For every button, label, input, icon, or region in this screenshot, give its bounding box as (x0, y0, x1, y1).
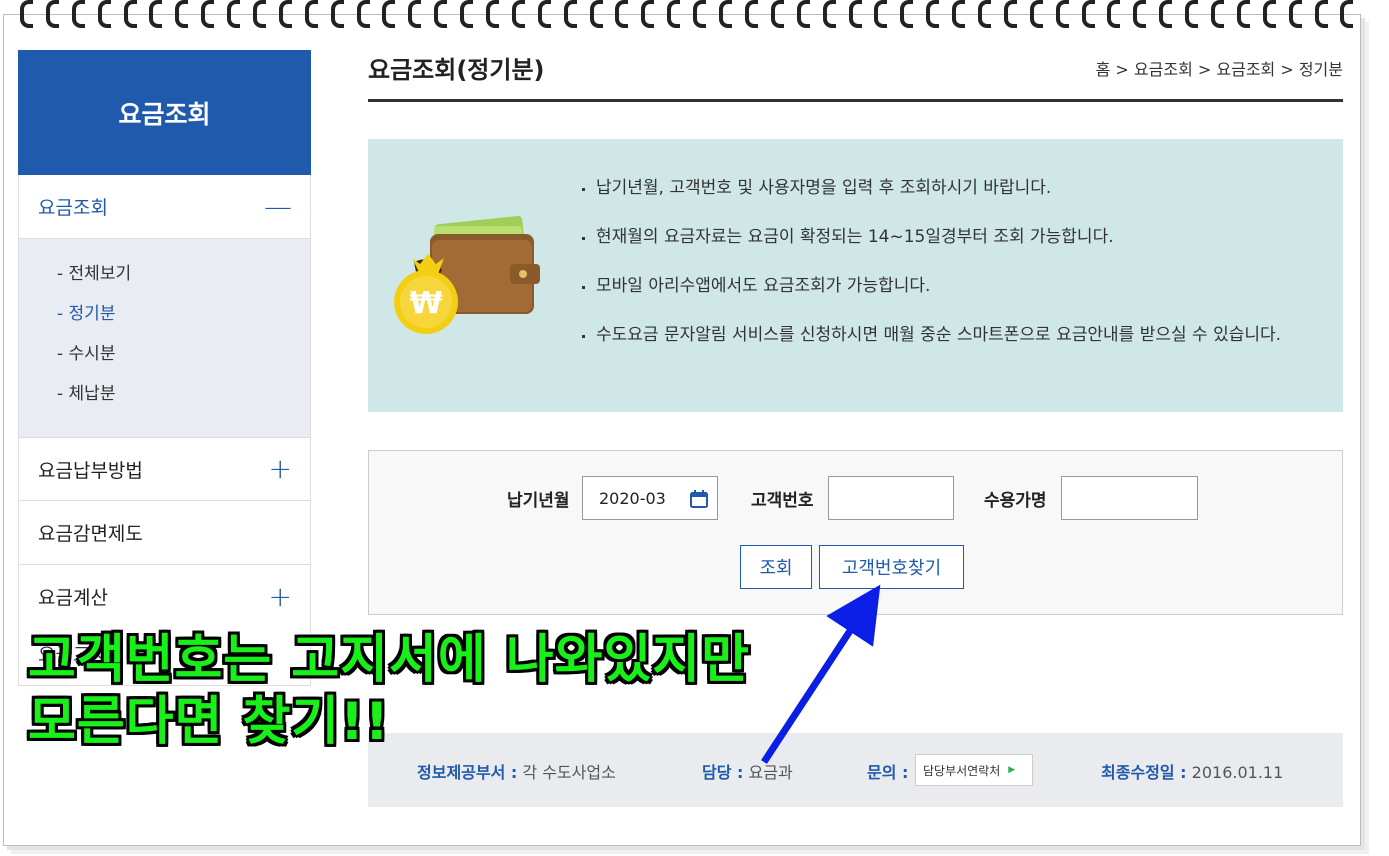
annotation-text-line2: 모른다면 찾기!! (28, 692, 390, 752)
